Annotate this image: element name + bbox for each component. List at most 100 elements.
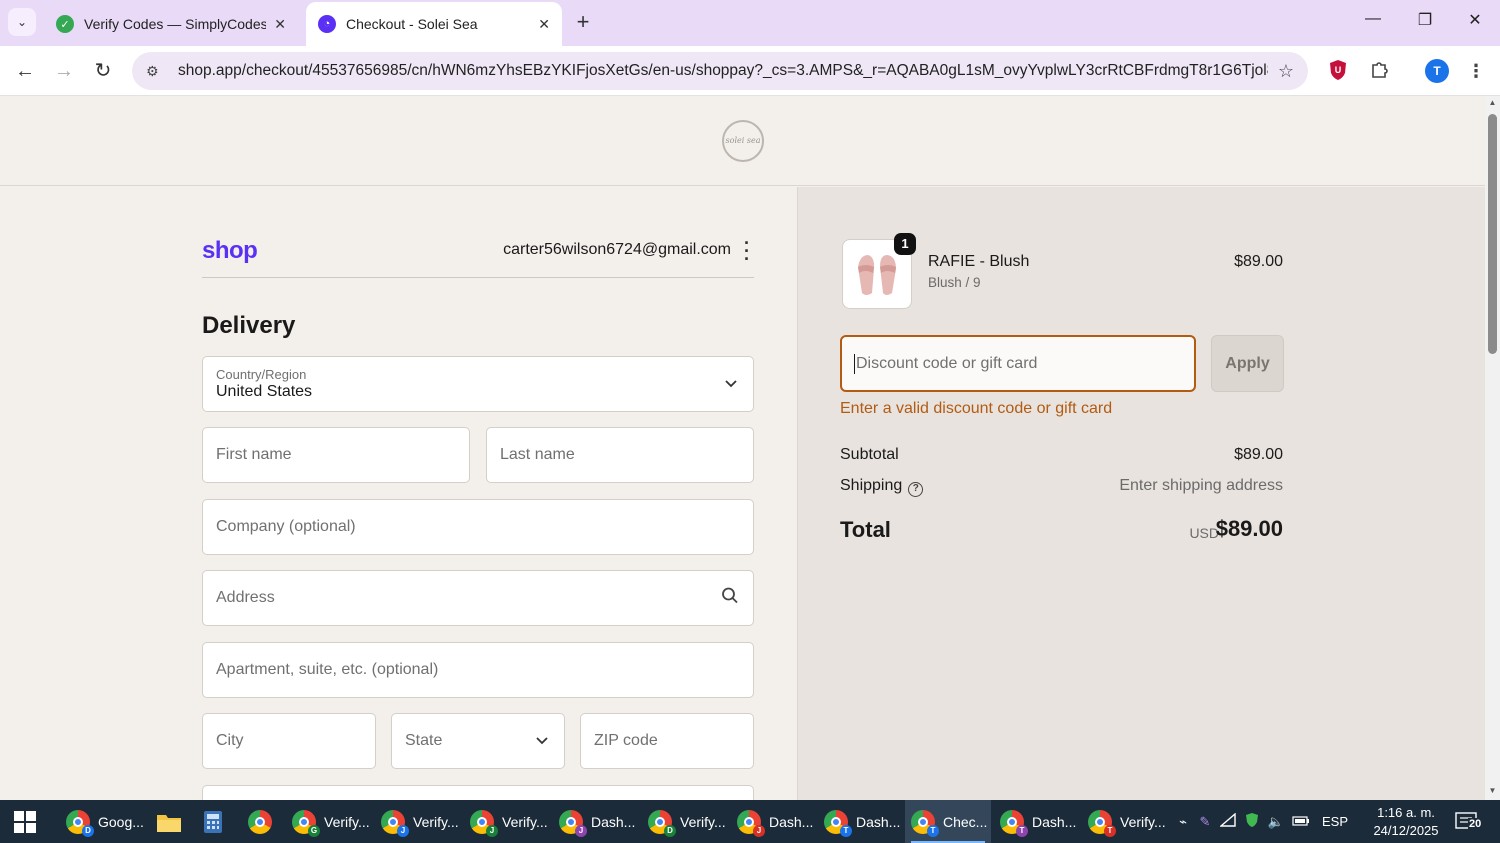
taskbar-item[interactable]: T Dash... <box>994 800 1082 843</box>
profile-badge: D <box>82 824 94 837</box>
scrollbar-thumb[interactable] <box>1488 114 1497 354</box>
reload-icon[interactable]: ↻ <box>90 58 116 84</box>
account-menu-icon[interactable]: · · · <box>740 234 754 268</box>
windows-start-icon[interactable] <box>14 811 36 833</box>
apply-button[interactable]: Apply <box>1211 335 1284 392</box>
address-field[interactable]: Address <box>202 570 754 626</box>
total-value: $89.00 <box>1215 516 1283 541</box>
restore-icon[interactable]: ❐ <box>1410 10 1440 30</box>
notification-center-button[interactable]: 20 <box>1455 812 1485 834</box>
taskbar-clock[interactable]: 1:16 a. m. 24/12/2025 <box>1370 804 1442 840</box>
site-info-icon[interactable]: ⚙ <box>146 63 166 80</box>
taskbar-item[interactable]: J Verify... <box>464 800 554 843</box>
text-cursor <box>854 353 855 374</box>
profile-badge: J <box>575 824 587 837</box>
chrome-button[interactable] <box>242 800 278 843</box>
notification-count: 20 <box>1468 818 1483 830</box>
scroll-down-icon[interactable]: ▼ <box>1487 786 1498 795</box>
search-icon <box>721 587 739 610</box>
first-name-field[interactable]: First name <box>202 427 470 483</box>
back-icon[interactable]: ← <box>12 58 38 84</box>
chrome-icon: T <box>824 809 852 837</box>
shipping-row: Shipping? <box>840 477 924 497</box>
url-text: shop.app/checkout/45537656985/cn/hWN6mzY… <box>178 62 1268 79</box>
taskbar-item-label: Verify... <box>413 813 459 830</box>
shop-pay-logo: shop <box>202 237 258 264</box>
input-language[interactable]: ESP <box>1322 814 1348 829</box>
company-placeholder: Company (optional) <box>216 518 356 535</box>
chrome-icon: T <box>1000 809 1028 837</box>
help-icon[interactable]: ? <box>908 482 924 497</box>
scroll-up-icon[interactable]: ▲ <box>1487 98 1498 107</box>
store-logo[interactable]: solei sea <box>722 120 764 162</box>
taskbar-item-label: Chec... <box>943 813 988 830</box>
taskbar-item-label: Goog... <box>98 813 144 830</box>
city-field[interactable]: City <box>202 713 376 769</box>
subtotal-value: $89.00 <box>1234 446 1283 463</box>
svg-text:U: U <box>1335 65 1342 75</box>
state-select[interactable]: State <box>391 713 565 769</box>
discount-input[interactable]: Discount code or gift card <box>840 335 1196 392</box>
file-explorer-button[interactable] <box>150 800 188 843</box>
phone-field[interactable] <box>202 785 754 800</box>
shipping-value: Enter shipping address <box>1119 477 1283 494</box>
simplycodes-favicon-icon: ✓ <box>56 15 74 33</box>
minimize-icon[interactable]: — <box>1358 10 1388 28</box>
profile-badge: T <box>927 824 939 837</box>
pen-icon[interactable]: ✎ <box>1194 814 1216 830</box>
security-shield-icon[interactable] <box>1240 812 1264 831</box>
delivery-heading: Delivery <box>202 312 296 339</box>
taskbar-item-label: Verify... <box>680 813 726 830</box>
tab-title: Checkout - Solei Sea <box>346 16 478 32</box>
last-name-field[interactable]: Last name <box>486 427 754 483</box>
store-header: solei sea <box>0 96 1485 186</box>
close-tab-icon[interactable]: ✕ <box>538 16 550 33</box>
first-name-placeholder: First name <box>216 446 292 463</box>
extensions-puzzle-icon[interactable] <box>1367 59 1391 83</box>
taskbar-item[interactable]: J Verify... <box>375 800 465 843</box>
profile-badge: J <box>397 824 409 837</box>
battery-icon[interactable] <box>1288 814 1314 829</box>
zip-field[interactable]: ZIP code <box>580 713 754 769</box>
chrome-icon: J <box>559 809 587 837</box>
taskbar-item[interactable]: T Verify... <box>1082 800 1172 843</box>
apartment-field[interactable]: Apartment, suite, etc. (optional) <box>202 642 754 698</box>
forward-icon[interactable]: → <box>51 58 77 84</box>
taskbar-item[interactable]: T Dash... <box>818 800 906 843</box>
close-window-icon[interactable]: ✕ <box>1460 10 1490 30</box>
ublock-extension-icon[interactable]: U <box>1326 59 1350 83</box>
page-scrollbar[interactable]: ▲ ▼ <box>1485 96 1500 800</box>
taskbar-item-label: Verify... <box>502 813 548 830</box>
calculator-button[interactable] <box>196 800 230 843</box>
company-field[interactable]: Company (optional) <box>202 499 754 555</box>
volume-icon[interactable]: 🔈 <box>1264 814 1288 830</box>
address-bar[interactable]: ⚙ shop.app/checkout/45537656985/cn/hWN6m… <box>132 52 1308 90</box>
taskbar-item[interactable]: D Goog... <box>60 800 150 843</box>
product-variant: Blush / 9 <box>928 275 981 290</box>
profile-badge: G <box>308 824 320 837</box>
close-tab-icon[interactable]: ✕ <box>274 16 286 33</box>
profile-badge: J <box>486 824 498 837</box>
profile-badge: T <box>840 824 852 837</box>
new-tab-button[interactable]: + <box>570 10 596 36</box>
browser-menu-icon[interactable]: ⋮ <box>1464 59 1488 83</box>
profile-avatar[interactable]: T <box>1425 59 1449 83</box>
taskbar-item[interactable]: J Dash... <box>731 800 819 843</box>
tab-verify-codes[interactable]: ✓ Verify Codes — SimplyCodes ✕ <box>44 4 298 44</box>
tab-checkout[interactable]: ◔ Checkout - Solei Sea ✕ <box>306 2 562 46</box>
taskbar-item[interactable]: J Dash... <box>553 800 641 843</box>
product-price: $89.00 <box>1234 253 1283 270</box>
order-summary: 1 RAFIE - Blush Blush / 9 $89.00 Discoun… <box>797 187 1485 800</box>
chrome-icon: T <box>1088 809 1116 837</box>
tab-search-button[interactable]: ⌄ <box>8 8 36 36</box>
taskbar-item-active[interactable]: T Chec... <box>905 800 991 843</box>
checkout-page: solei sea shop carter56wilson6724@gmail.… <box>0 96 1485 800</box>
taskbar-item-label: Dash... <box>769 813 814 830</box>
network-icon[interactable] <box>1216 812 1240 830</box>
shipping-label: Shipping <box>840 477 903 494</box>
usb-icon[interactable]: ⌁ <box>1172 814 1194 830</box>
country-select[interactable]: Country/Region United States <box>202 356 754 412</box>
taskbar-item[interactable]: G Verify... <box>286 800 376 843</box>
taskbar-item[interactable]: D Verify... <box>642 800 732 843</box>
bookmark-star-icon[interactable]: ☆ <box>1278 61 1294 82</box>
